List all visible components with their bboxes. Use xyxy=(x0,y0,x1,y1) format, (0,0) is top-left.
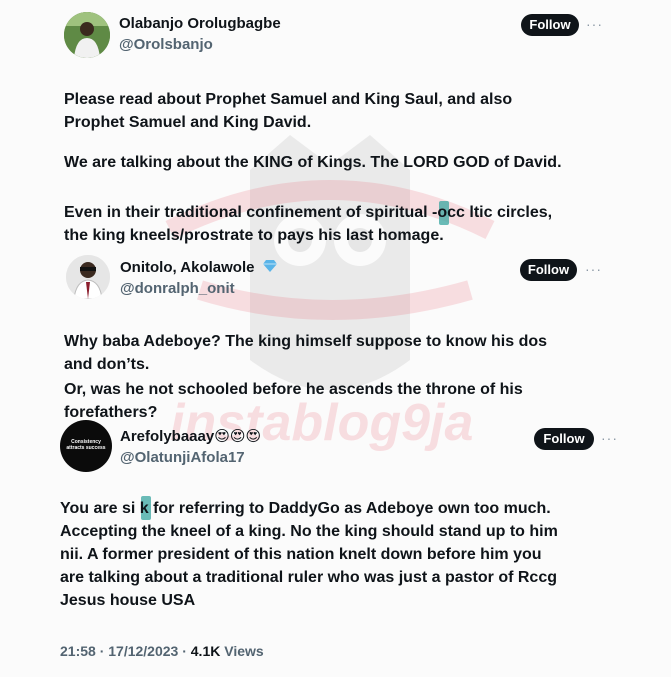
post-text-paragraph-2: We are talking about the KING of Kings. … xyxy=(64,154,562,171)
author-name[interactable]: Onitolo, Akolawole xyxy=(120,259,278,277)
post-text-paragraph-1: Why baba Adeboye? The king himself suppo… xyxy=(64,333,548,373)
author-handle[interactable]: @donralph_onit xyxy=(120,280,235,297)
follow-button[interactable]: Follow xyxy=(520,259,577,281)
post-text-paragraph-2: Or, was he not schooled before he ascend… xyxy=(64,381,523,421)
avatar[interactable] xyxy=(66,255,110,299)
heart-eyes-emoji-icons: 😍😍😍 xyxy=(214,428,262,445)
avatar[interactable]: Consistency attracts success xyxy=(60,420,112,472)
follow-button[interactable]: Follow xyxy=(521,14,579,36)
post-text-paragraph-1: Please read about Prophet Samuel and Kin… xyxy=(64,91,513,131)
author-handle[interactable]: @Orolsbanjo xyxy=(119,36,213,53)
more-options-icon[interactable]: ··· xyxy=(601,430,618,446)
views-count: 4.1K xyxy=(190,643,221,659)
author-name-text: Onitolo, Akolawole xyxy=(120,259,255,276)
author-handle[interactable]: @OlatunjiAfola17 xyxy=(120,449,245,466)
views-label: Views xyxy=(220,643,264,659)
author-name-text: Arefolybaaay xyxy=(120,428,215,445)
avatar-caption: Consistency attracts success xyxy=(66,439,106,451)
post-meta: 21:58 · 17/12/2023 · 4.1K Views xyxy=(60,643,264,659)
more-options-icon[interactable]: ··· xyxy=(586,16,603,32)
verified-badge-icon xyxy=(262,259,278,277)
follow-button[interactable]: Follow xyxy=(534,428,594,450)
more-options-icon[interactable]: ··· xyxy=(585,261,602,277)
author-name[interactable]: Arefolybaaay😍😍😍 xyxy=(120,427,261,445)
post-text-paragraph-1: You are si k for referring to DaddyGo as… xyxy=(60,500,558,609)
post-text-paragraph-3: Even in their traditional confinement of… xyxy=(64,204,553,244)
author-name[interactable]: Olabanjo Orolugbagbe xyxy=(119,15,281,32)
avatar[interactable] xyxy=(64,12,110,58)
timestamp[interactable]: 21:58 · 17/12/2023 · xyxy=(60,643,191,659)
